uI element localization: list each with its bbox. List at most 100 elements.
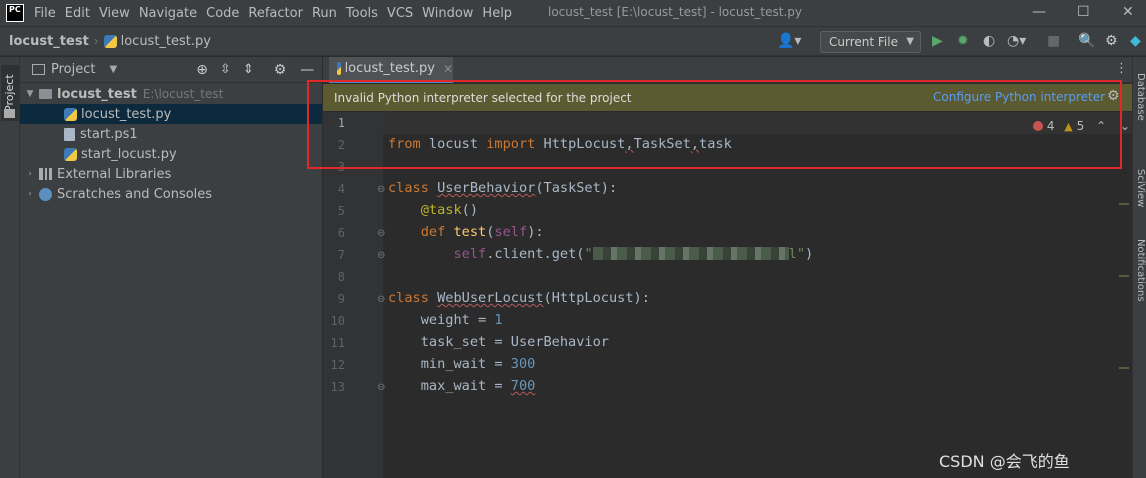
warning-count: 5 xyxy=(1076,119,1085,133)
tree-file-label: locust_test.py xyxy=(81,106,172,122)
user-icon[interactable]: 👤▾ xyxy=(777,33,801,49)
collapse-all-icon[interactable]: ⇕ xyxy=(243,62,254,77)
expanded-arrow-icon[interactable]: ▼ xyxy=(24,89,36,99)
python-file-icon xyxy=(64,107,77,121)
code-line-13[interactable]: max_wait = 700 xyxy=(388,378,536,394)
editor-tab[interactable]: locust_test.py ✕ xyxy=(329,57,453,83)
expand-all-icon[interactable]: ⇳ xyxy=(220,62,231,77)
code-line-11[interactable]: task_set = UserBehavior xyxy=(388,334,609,350)
menu-navigate[interactable]: Navigate xyxy=(139,6,197,21)
menu-code[interactable]: Code xyxy=(206,6,239,21)
search-icon[interactable]: 🔍 xyxy=(1078,33,1095,49)
collapsed-arrow-icon[interactable]: › xyxy=(24,169,36,179)
tree-file-row[interactable]: start.ps1 xyxy=(20,124,322,144)
stripe-mark[interactable] xyxy=(1119,203,1129,205)
project-panel: Project ▼ ⊕ ⇳ ⇕ ⚙ — ▼ locust_test E:\loc… xyxy=(20,57,322,478)
python-file-icon xyxy=(64,147,77,161)
close-tab-icon[interactable]: ✕ xyxy=(443,62,453,76)
fold-marker-icon[interactable]: ⊖ xyxy=(377,184,385,195)
folder-icon xyxy=(4,109,15,118)
close-window-icon[interactable]: ✕ xyxy=(1122,4,1134,20)
inspection-widget[interactable]: 4 ▲ 5 ⌃ ⌄ xyxy=(1033,119,1130,133)
code-line-6[interactable]: def test(self): xyxy=(388,224,544,240)
right-tool-strip: Database SciView Notifications xyxy=(1132,57,1146,478)
database-tool-tab[interactable]: Database xyxy=(1134,73,1146,121)
menu-tools[interactable]: Tools xyxy=(346,6,378,21)
tree-file-row[interactable]: start_locust.py xyxy=(20,144,322,164)
line-number: 1 xyxy=(337,116,345,130)
menu-window[interactable]: Window xyxy=(422,6,473,21)
previous-highlight-icon[interactable]: ⌃ xyxy=(1096,119,1106,133)
collapsed-arrow-icon[interactable]: › xyxy=(24,189,36,199)
debug-icon[interactable]: ✹ xyxy=(957,33,969,49)
tree-scratches-row[interactable]: › Scratches and Consoles xyxy=(20,184,322,204)
notifications-tool-tab[interactable]: Notifications xyxy=(1134,239,1146,302)
minimize-icon[interactable]: — xyxy=(1032,4,1046,20)
stripe-mark[interactable] xyxy=(1119,367,1129,369)
fold-marker-icon[interactable]: ⊖ xyxy=(377,228,385,239)
code-line-7[interactable]: self.client.get(" l") xyxy=(388,246,813,262)
breadcrumb-file[interactable]: locust_test.py xyxy=(121,34,211,49)
scratches-label: Scratches and Consoles xyxy=(57,186,213,202)
profile-icon[interactable]: ◔▾ xyxy=(1007,33,1026,49)
code-line-9[interactable]: class WebUserLocust(HttpLocust): xyxy=(388,290,650,306)
more-options-icon[interactable]: ⋮ xyxy=(1115,61,1128,76)
menu-run[interactable]: Run xyxy=(312,6,337,21)
menu-edit[interactable]: Edit xyxy=(65,6,90,21)
watermark: CSDN @会飞的鱼 xyxy=(939,452,1070,471)
line-number: 7 xyxy=(337,248,345,262)
fold-marker-icon[interactable]: ⊖ xyxy=(377,294,385,305)
menu-help[interactable]: Help xyxy=(482,6,512,21)
configure-interpreter-link[interactable]: Configure Python interpreter xyxy=(933,90,1105,104)
options-gear-icon[interactable]: ⚙ xyxy=(274,62,287,78)
run-configuration-select[interactable]: Current File ▼ xyxy=(820,31,921,53)
stripe-mark[interactable] xyxy=(1119,275,1129,277)
external-libraries-label: External Libraries xyxy=(57,166,172,182)
banner-gear-icon[interactable]: ⚙ xyxy=(1107,88,1120,104)
code-line-4[interactable]: class UserBehavior(TaskSet): xyxy=(388,180,617,196)
interpreter-warning-banner: Invalid Python interpreter selected for … xyxy=(323,84,1132,111)
code-line-2[interactable]: from locust import HttpLocust,TaskSet,ta… xyxy=(388,136,732,152)
folder-icon xyxy=(39,89,52,99)
breadcrumb-project[interactable]: locust_test xyxy=(9,34,89,49)
project-panel-title[interactable]: Project xyxy=(51,62,95,77)
text-file-icon xyxy=(64,127,75,141)
tree-file-label: start.ps1 xyxy=(80,126,138,142)
hide-panel-icon[interactable]: — xyxy=(300,62,314,78)
next-highlight-icon[interactable]: ⌄ xyxy=(1120,119,1130,133)
menu-view[interactable]: View xyxy=(99,6,130,21)
editor-tab-bar: locust_test.py ✕ ⋮ xyxy=(323,57,1132,83)
warning-icon: ▲ xyxy=(1064,120,1073,133)
chevron-down-icon: ▼ xyxy=(906,36,914,47)
tree-external-libraries-row[interactable]: › External Libraries xyxy=(20,164,322,184)
stop-icon[interactable]: ■ xyxy=(1047,33,1060,49)
fold-marker-icon[interactable]: ⊖ xyxy=(377,382,385,393)
settings-gear-icon[interactable]: ⚙ xyxy=(1105,33,1118,49)
line-number: 5 xyxy=(337,204,345,218)
python-file-icon xyxy=(103,34,117,48)
run-configuration-label: Current File xyxy=(829,35,898,49)
chevron-down-icon[interactable]: ▼ xyxy=(109,64,117,75)
line-number: 8 xyxy=(337,270,345,284)
menu-file[interactable]: File xyxy=(34,6,56,21)
tree-root-row[interactable]: ▼ locust_test E:\locust_test xyxy=(20,84,322,104)
code-line-12[interactable]: min_wait = 300 xyxy=(388,356,536,372)
code-line-5[interactable]: @task() xyxy=(388,202,478,218)
scratches-icon xyxy=(39,187,52,201)
tree-file-label: start_locust.py xyxy=(81,146,177,162)
menu-vcs[interactable]: VCS xyxy=(387,6,413,21)
breadcrumb-separator-icon: › xyxy=(93,34,99,48)
maximize-icon[interactable]: ☐ xyxy=(1077,4,1090,20)
coverage-icon[interactable]: ◐ xyxy=(983,33,995,49)
menu-refactor[interactable]: Refactor xyxy=(248,6,303,21)
project-panel-header: Project ▼ ⊕ ⇳ ⇕ ⚙ — xyxy=(20,57,322,83)
run-icon[interactable]: ▶ xyxy=(932,33,943,49)
code-line-10[interactable]: weight = 1 xyxy=(388,312,503,328)
sciview-tool-tab[interactable]: SciView xyxy=(1134,169,1146,207)
locate-file-icon[interactable]: ⊕ xyxy=(196,62,208,78)
menu-bar: PC File Edit View Navigate Code Refactor… xyxy=(0,0,1146,26)
fold-marker-icon[interactable]: ⊖ xyxy=(377,250,385,261)
project-view-icon xyxy=(32,64,45,75)
tree-file-row[interactable]: locust_test.py xyxy=(20,104,322,124)
line-number: 12 xyxy=(330,358,345,372)
